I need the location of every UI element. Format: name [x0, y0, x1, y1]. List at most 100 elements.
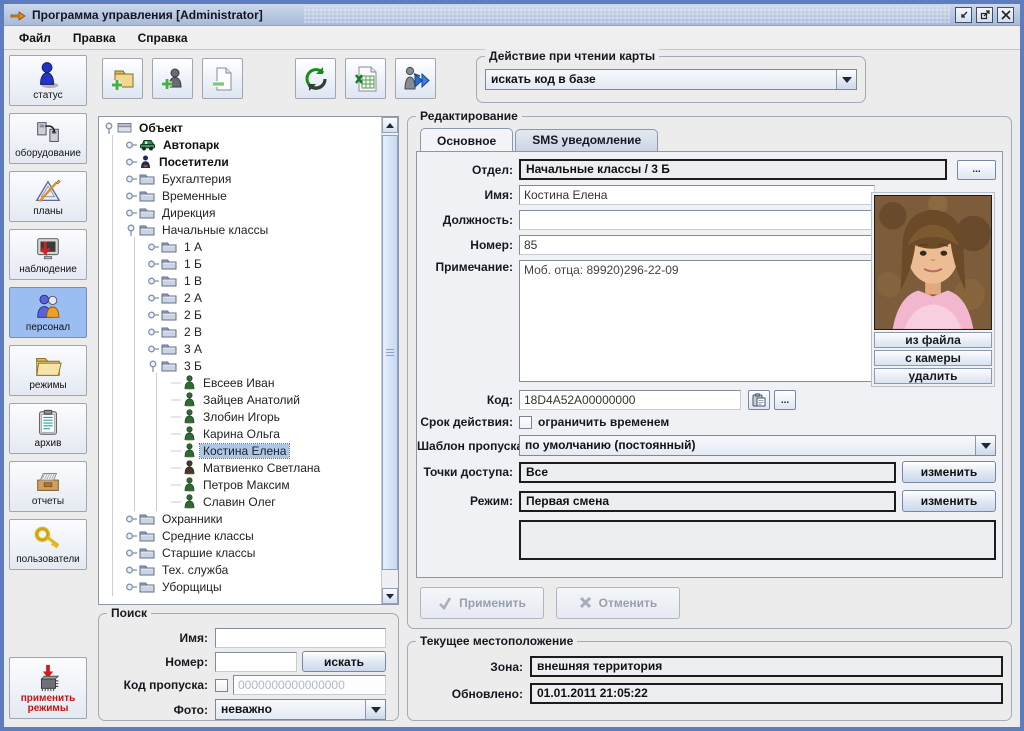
validity-checkbox[interactable] [519, 416, 532, 429]
tree-toggle-collapsed-icon[interactable] [125, 156, 139, 168]
search-button[interactable]: искать [302, 651, 386, 672]
tree-node[interactable]: Охранники [103, 510, 381, 527]
photo-from-camera-button[interactable]: с камеры [874, 350, 992, 366]
tree-toggle-collapsed-icon[interactable] [125, 530, 139, 542]
chevron-down-icon[interactable] [365, 700, 385, 719]
tree-node[interactable]: Начальные классы [103, 221, 381, 238]
tree-node[interactable]: 1 Б [103, 255, 381, 272]
tree-toggle-expanded-icon[interactable] [125, 224, 139, 236]
refresh-button[interactable] [295, 58, 336, 99]
tree-node[interactable]: Старшие классы [103, 544, 381, 561]
tree-toggle-collapsed-icon[interactable] [147, 292, 161, 304]
tree-toggle-expanded-icon[interactable] [147, 360, 161, 372]
tree-node[interactable]: Автопарк [103, 136, 381, 153]
apply-button[interactable]: Применить [420, 587, 544, 619]
tree-toggle-collapsed-icon[interactable] [147, 241, 161, 253]
tree-node[interactable]: Тех. служба [103, 561, 381, 578]
tree-node[interactable]: 3 А [103, 340, 381, 357]
tree-toggle-collapsed-icon[interactable] [147, 309, 161, 321]
sidebar-item-personnel[interactable]: персонал [9, 287, 87, 338]
tree-node[interactable]: 2 А [103, 289, 381, 306]
tree-toggle-collapsed-icon[interactable] [125, 547, 139, 559]
search-passcode-input[interactable] [233, 675, 386, 695]
tree-node[interactable]: 2 Б [103, 306, 381, 323]
search-photo-select[interactable]: неважно [215, 699, 386, 720]
scrollbar-track[interactable] [382, 133, 398, 588]
tab-main[interactable]: Основное [420, 128, 513, 152]
tree-node[interactable]: Дирекция [103, 204, 381, 221]
name-input[interactable] [519, 185, 875, 205]
photo-delete-button[interactable]: удалить [874, 368, 992, 384]
sidebar-item-monitoring[interactable]: наблюдение [9, 229, 87, 280]
sidebar-item-equipment[interactable]: оборудование [9, 113, 87, 164]
tree-node[interactable]: Посетители [103, 153, 381, 170]
tree-toggle-collapsed-icon[interactable] [125, 190, 139, 202]
scroll-up-icon[interactable] [382, 117, 398, 133]
chevron-down-icon[interactable] [975, 436, 995, 455]
position-input[interactable] [519, 210, 875, 230]
sidebar-item-apply-modes[interactable]: применить режимы [9, 657, 87, 719]
sidebar-item-reports[interactable]: отчеты [9, 461, 87, 512]
paste-code-button[interactable] [748, 390, 770, 410]
sidebar-item-users[interactable]: пользователи [9, 519, 87, 570]
tree-node[interactable]: Зайцев Анатолий [103, 391, 381, 408]
tree-toggle-collapsed-icon[interactable] [125, 564, 139, 576]
code-browse-button[interactable]: ... [774, 390, 796, 410]
cancel-button[interactable]: Отменить [556, 587, 680, 619]
tree-node[interactable]: Костина Елена [103, 442, 381, 459]
code-input[interactable] [519, 390, 741, 410]
tree-toggle-collapsed-icon[interactable] [125, 207, 139, 219]
tree-toggle-expanded-icon[interactable] [103, 122, 117, 134]
tree-node[interactable]: Карина Ольга [103, 425, 381, 442]
tree-node[interactable]: Матвиенко Светлана [103, 459, 381, 476]
tree-node[interactable]: 1 В [103, 272, 381, 289]
tree-node[interactable]: 3 Б [103, 357, 381, 374]
sidebar-item-status[interactable]: статус [9, 55, 87, 106]
tree-node[interactable]: Бухгалтерия [103, 170, 381, 187]
tree-node[interactable]: Петров Максим [103, 476, 381, 493]
search-passcode-checkbox[interactable] [215, 679, 228, 692]
department-browse-button[interactable]: ... [957, 160, 996, 180]
tree-node[interactable]: Евсеев Иван [103, 374, 381, 391]
sidebar-item-modes[interactable]: режимы [9, 345, 87, 396]
card-action-select[interactable]: искать код в базе [485, 69, 857, 90]
tree-node[interactable]: Объект [103, 119, 381, 136]
export-excel-button[interactable] [345, 58, 386, 99]
tree-toggle-collapsed-icon[interactable] [147, 343, 161, 355]
pass-template-select[interactable]: по умолчанию (постоянный) [519, 435, 996, 456]
tree-node[interactable]: Злобин Игорь [103, 408, 381, 425]
menu-item-1[interactable]: Правка [64, 28, 125, 48]
chevron-down-icon[interactable] [836, 70, 856, 89]
scroll-down-icon[interactable] [382, 588, 398, 604]
tree-node[interactable]: Временные [103, 187, 381, 204]
sidebar-item-plans[interactable]: планы [9, 171, 87, 222]
tree-toggle-collapsed-icon[interactable] [125, 581, 139, 593]
number-input[interactable] [519, 235, 875, 255]
sidebar-item-archive[interactable]: архив [9, 403, 87, 454]
note-textarea[interactable]: Моб. отца: 89920)296-22-09 [519, 260, 875, 382]
tree-scrollbar[interactable] [381, 117, 398, 604]
tree-toggle-collapsed-icon[interactable] [147, 258, 161, 270]
tree-toggle-collapsed-icon[interactable] [125, 173, 139, 185]
maximize-button[interactable] [976, 7, 993, 23]
add-person-button[interactable] [152, 58, 193, 99]
tree-node[interactable]: Славин Олег [103, 493, 381, 510]
menu-item-0[interactable]: Файл [10, 28, 60, 48]
add-group-button[interactable] [102, 58, 143, 99]
mode-change-button[interactable]: изменить [902, 490, 996, 512]
remove-button[interactable] [202, 58, 243, 99]
menu-item-2[interactable]: Справка [129, 28, 197, 48]
tree-toggle-collapsed-icon[interactable] [125, 139, 139, 151]
tree-node[interactable]: 1 А [103, 238, 381, 255]
tab-sms[interactable]: SMS уведомление [515, 129, 658, 151]
close-button[interactable] [997, 7, 1014, 23]
search-name-input[interactable] [215, 628, 386, 648]
scrollbar-thumb[interactable] [382, 135, 398, 570]
access-change-button[interactable]: изменить [902, 461, 996, 483]
tree-toggle-collapsed-icon[interactable] [147, 326, 161, 338]
tree-node[interactable]: Уборщицы [103, 578, 381, 595]
minimize-button[interactable] [955, 7, 972, 23]
search-number-input[interactable] [215, 652, 297, 672]
photo-from-file-button[interactable]: из файла [874, 332, 992, 348]
tree-toggle-collapsed-icon[interactable] [147, 275, 161, 287]
